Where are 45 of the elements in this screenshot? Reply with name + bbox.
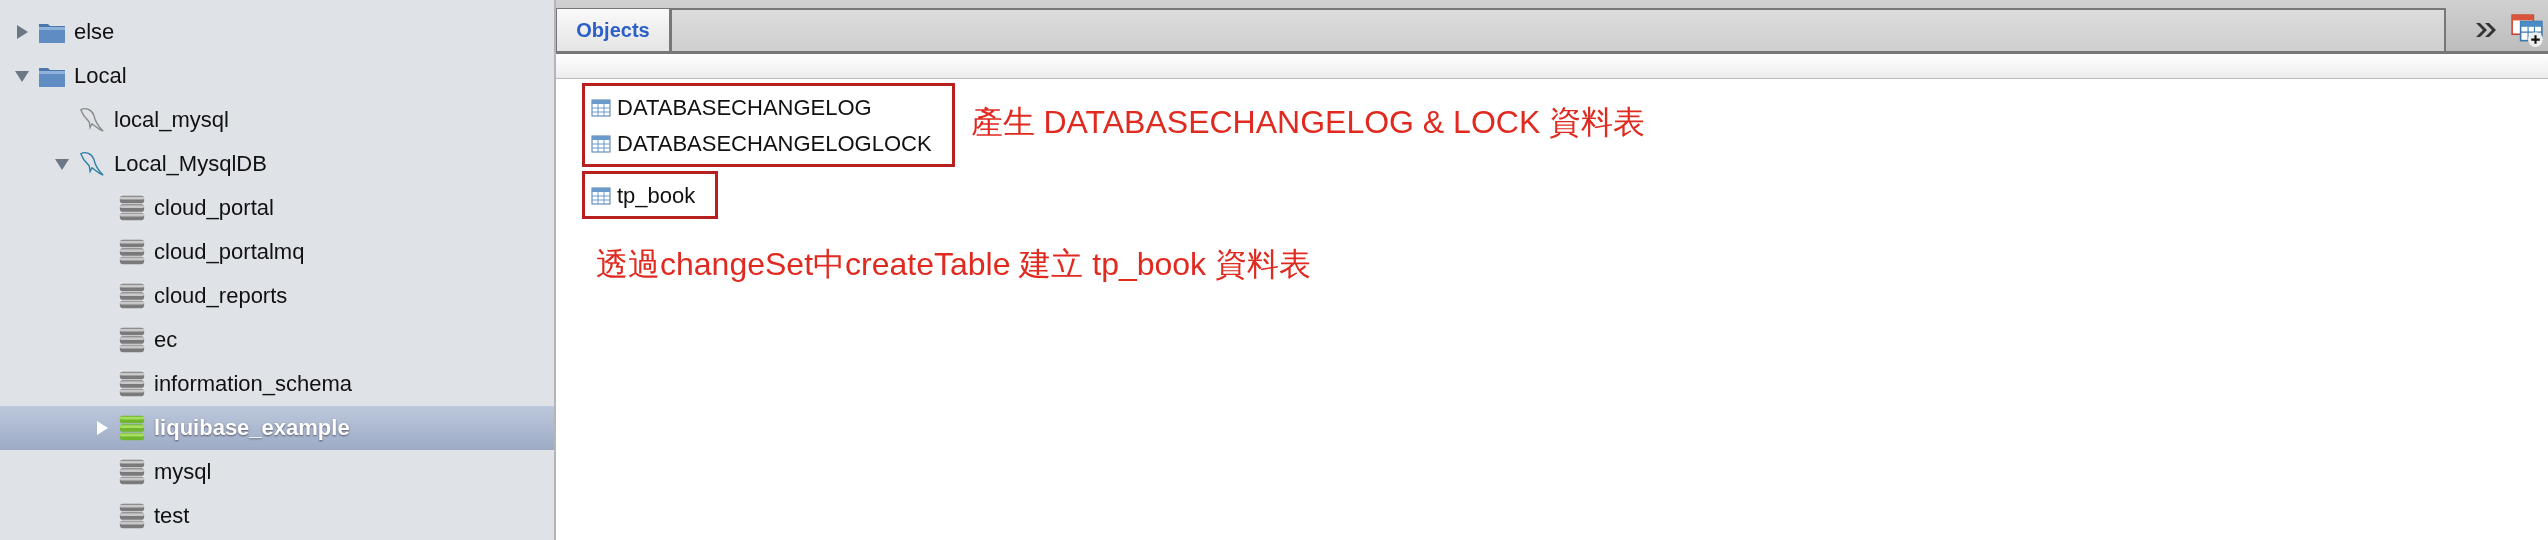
database-icon (118, 502, 146, 530)
table-icon (591, 98, 611, 118)
table-icon (591, 186, 611, 206)
database-icon (118, 238, 146, 266)
expanded-triangle-icon[interactable] (54, 156, 70, 172)
database-icon (118, 370, 146, 398)
database-icon (118, 458, 146, 486)
tree-item[interactable]: Local_MysqlDB (0, 142, 554, 186)
tree-item-label: Local_MysqlDB (114, 151, 267, 177)
tree-item[interactable]: mysql (0, 450, 554, 494)
annotation-text: 產生 DATABASECHANGELOG & LOCK 資料表 (970, 103, 1646, 142)
add-table-icon[interactable] (2510, 12, 2544, 47)
tree-item-label: cloud_reports (154, 283, 288, 309)
tree-item[interactable]: cloud_reports (0, 274, 554, 318)
table-icon (591, 134, 611, 154)
tree-item[interactable]: ec (0, 318, 554, 362)
tree-item[interactable]: information_schema (0, 362, 554, 406)
tree-item-label: cloud_portal (154, 195, 274, 221)
annotation-text: 透過changeSet中createTable 建立 tp_book 資料表 (596, 245, 1311, 284)
tree-item-label: Local (74, 63, 127, 89)
database-icon (118, 194, 146, 222)
collapsed-triangle-icon[interactable] (14, 24, 30, 40)
collapsed-triangle-icon[interactable] (94, 420, 110, 436)
tree-item[interactable]: else (0, 10, 554, 54)
database-icon (118, 414, 146, 442)
expanded-triangle-icon[interactable] (14, 68, 30, 84)
tree-item[interactable]: cloud_portalmq (0, 230, 554, 274)
tree-item-label: local_mysql (114, 107, 229, 133)
tree-item[interactable]: local_mysql (0, 98, 554, 142)
tree-item[interactable]: cloud_portal (0, 186, 554, 230)
tree-item[interactable]: test (0, 494, 554, 538)
tree-item-label: cloud_portalmq (154, 239, 305, 265)
database-icon (118, 282, 146, 310)
table-name[interactable]: DATABASECHANGELOGLOCK (617, 131, 932, 157)
table-name[interactable]: DATABASECHANGELOG (617, 95, 872, 121)
tree-item-label: liquibase_example (154, 415, 350, 441)
tree-item-label: mysql (154, 459, 212, 485)
database-icon (118, 326, 146, 354)
tree-item[interactable]: Local (0, 54, 554, 98)
tab[interactable]: Objects (556, 8, 670, 51)
table-name[interactable]: tp_book (617, 183, 696, 209)
tree-item-label: test (154, 503, 190, 529)
tree-item-label: else (74, 19, 115, 45)
tree-item-label: ec (154, 327, 178, 353)
tree-item-label: information_schema (154, 371, 353, 397)
